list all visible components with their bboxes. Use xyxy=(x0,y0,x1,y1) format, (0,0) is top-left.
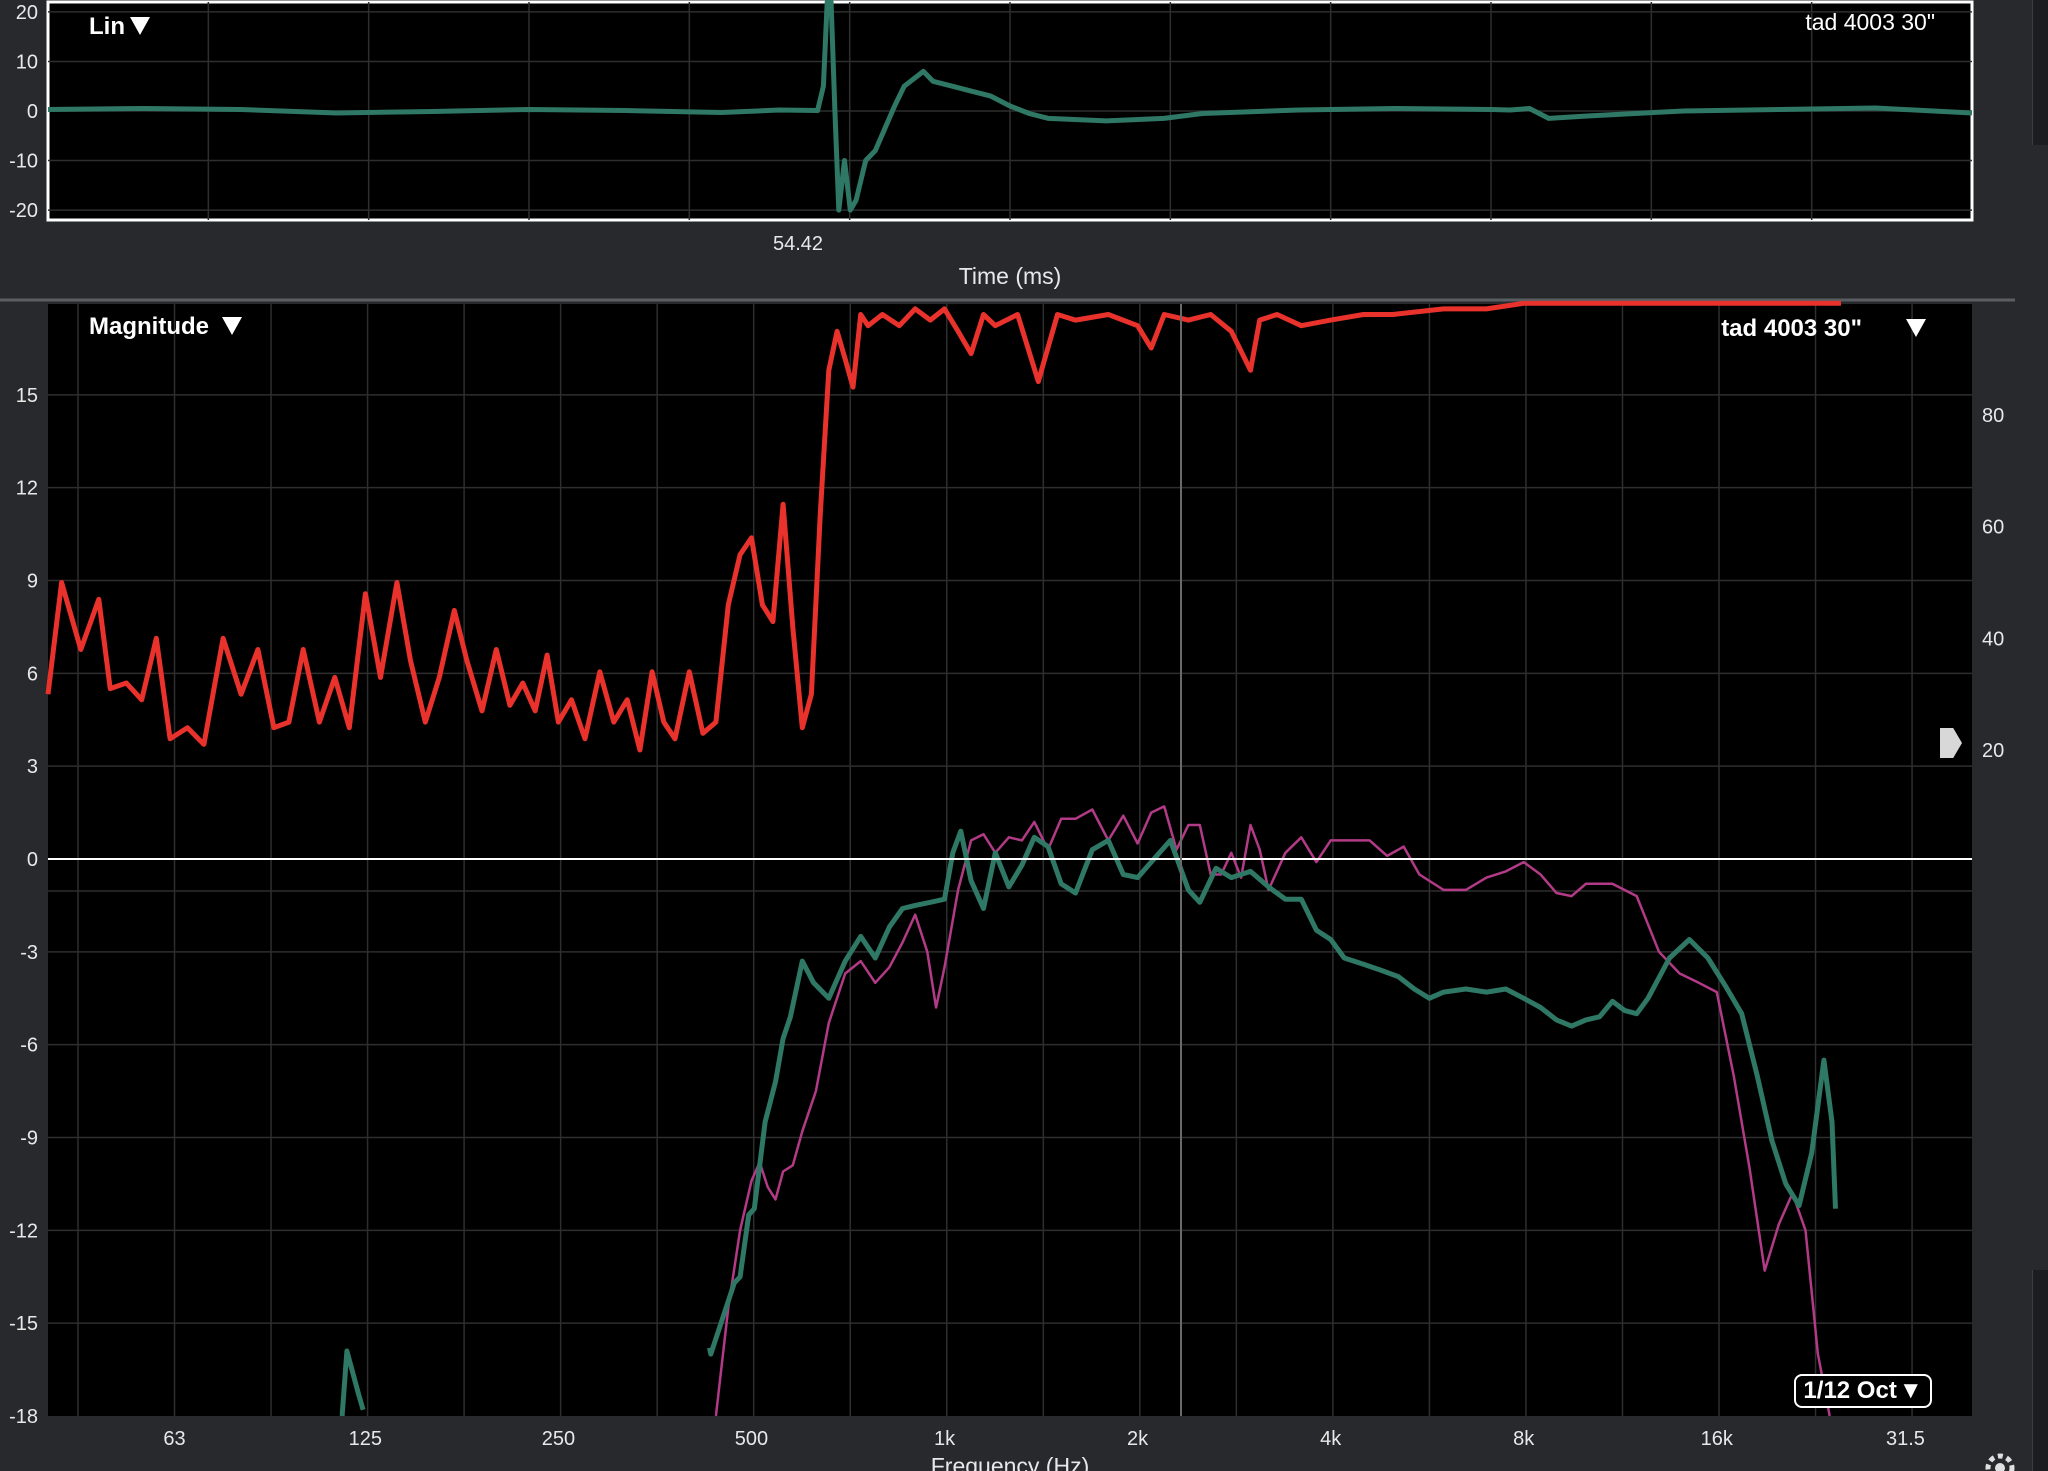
magnitude-x-tick-label: 500 xyxy=(735,1428,768,1450)
smoothing-label: 1/12 Oct xyxy=(1803,1377,1897,1404)
magnitude-y-tick-label: 9 xyxy=(27,571,38,593)
magnitude-y-tick-label: 12 xyxy=(16,478,38,500)
magnitude-right-y-tick-label: 20 xyxy=(1982,740,2004,762)
gear-icon[interactable] xyxy=(1985,1453,2015,1471)
impulse-measurement-label[interactable]: tad 4003 30" xyxy=(1805,9,1935,35)
magnitude-x-tick-label: 1k xyxy=(934,1428,956,1450)
magnitude-y-tick-label: -18 xyxy=(9,1406,38,1428)
impulse-y-tick-label: -10 xyxy=(9,151,38,173)
magnitude-x-tick-label: 63 xyxy=(163,1428,185,1450)
magnitude-y-tick-label: 0 xyxy=(27,849,38,871)
magnitude-x-tick-label: 4k xyxy=(1320,1428,1342,1450)
side-panel-strip-top[interactable] xyxy=(2032,0,2048,145)
magnitude-x-tick-label: 250 xyxy=(542,1428,575,1450)
smoothing-selector[interactable]: 1/12 Oct ▼ xyxy=(1794,1374,1932,1408)
magnitude-right-y-tick-label: 40 xyxy=(1982,628,2004,650)
dropdown-triangle-icon: ▼ xyxy=(1898,1377,1923,1404)
magnitude-x-tick-label: 16k xyxy=(1701,1428,1734,1450)
cursor-time-label: 54.42 xyxy=(773,233,823,255)
magnitude-x-tick-label: 125 xyxy=(349,1428,382,1450)
impulse-y-tick-label: 20 xyxy=(16,2,38,24)
magnitude-measurement-label[interactable]: tad 4003 30" xyxy=(1721,315,1862,342)
magnitude-right-y-tick-label: 80 xyxy=(1982,405,2004,427)
impulse-y-ticks: 20 10 0 -10 -20 xyxy=(9,2,38,222)
side-panel-strip-bottom[interactable] xyxy=(2032,1270,2048,1471)
impulse-y-tick-label: 10 xyxy=(16,51,38,73)
impulse-panel: 20 10 0 -10 -20 Lin tad 4003 30" 54.42 Time … xyxy=(9,0,1974,289)
magnitude-y-tick-label: 15 xyxy=(16,385,38,407)
magnitude-x-tick-label: 2k xyxy=(1127,1428,1149,1450)
magnitude-x-tick-label: 31.5 xyxy=(1886,1428,1925,1450)
magnitude-y-tick-label: 3 xyxy=(27,756,38,778)
magnitude-panel: 15129630-3-6-9-12-15-18 80604020 63 125 25… xyxy=(9,303,2004,1471)
magnitude-right-y-tick-label: 60 xyxy=(1982,517,2004,539)
magnitude-right-y-ticks: 80 60 40 20 xyxy=(1982,405,2004,762)
impulse-y-tick-label: 0 xyxy=(27,101,38,123)
magnitude-y-tick-label: -3 xyxy=(20,942,38,964)
magnitude-x-axis-title: Frequency (Hz) xyxy=(931,1453,1089,1471)
magnitude-y-tick-label: -15 xyxy=(9,1313,38,1335)
magnitude-x-ticks: 63 125 250 500 1k 2k 4k 8k 16k 31.5 xyxy=(163,1428,1925,1450)
magnitude-mode-label: Magnitude xyxy=(89,313,209,340)
magnitude-x-tick-label: 8k xyxy=(1513,1428,1535,1450)
magnitude-y-ticks: 15 12 9 6 3 0 -3 -6 -9 -12 -15 -18 xyxy=(9,385,38,1428)
magnitude-y-tick-label: -12 xyxy=(9,1220,38,1242)
magnitude-y-tick-label: -6 xyxy=(20,1035,38,1057)
impulse-mode-label: Lin xyxy=(89,13,125,40)
analyzer-view: 20 10 0 -10 -20 Lin tad 4003 30" 54.42 Time … xyxy=(0,0,2015,1471)
magnitude-y-tick-label: -9 xyxy=(20,1128,38,1150)
impulse-x-axis-title: Time (ms) xyxy=(959,263,1062,289)
magnitude-y-tick-label: 6 xyxy=(27,663,38,685)
impulse-y-tick-label: -20 xyxy=(9,200,38,222)
